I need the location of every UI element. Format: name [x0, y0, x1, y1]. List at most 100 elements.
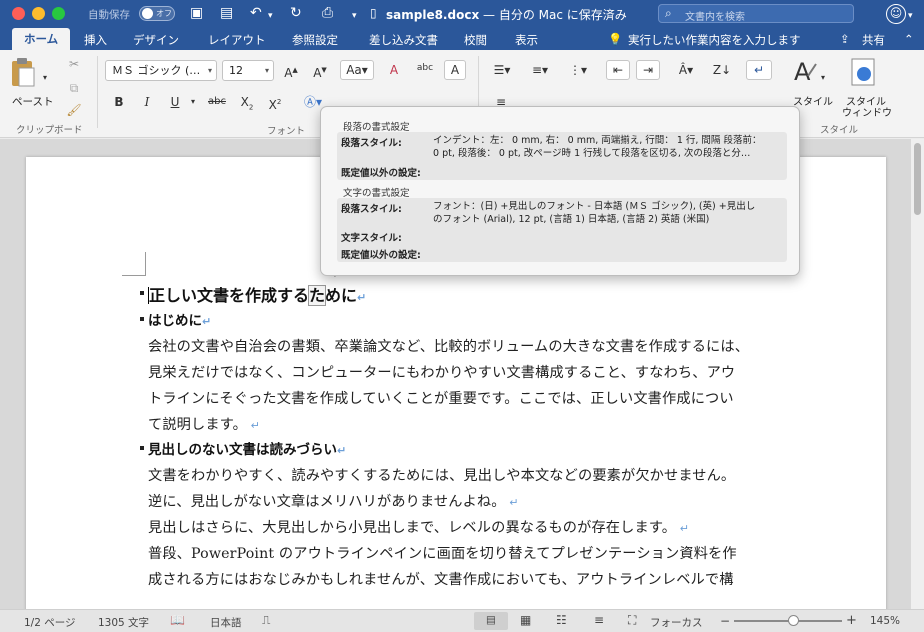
document-title[interactable]: 正しい文書を作成するために↵ — [148, 282, 366, 306]
sort-icon[interactable]: Z↓ — [708, 60, 736, 80]
minimize-window-button[interactable] — [32, 7, 45, 20]
zoom-slider-knob[interactable] — [788, 615, 799, 626]
feedback-smiley-icon[interactable]: ☺ — [886, 4, 906, 24]
language-status[interactable]: 日本語 — [210, 615, 242, 630]
font-name-select[interactable]: ＭＳ ゴシック (… ▾ — [105, 60, 217, 81]
undo-icon[interactable]: ↶ — [250, 5, 262, 21]
char-para-style-label: 段落スタイル: — [341, 204, 402, 215]
sort-options-icon[interactable]: Â▾ — [670, 60, 702, 80]
styles-label[interactable]: スタイル — [793, 93, 833, 108]
styles-icon[interactable]: A — [792, 56, 818, 86]
page-count[interactable]: 1/2 ページ — [24, 615, 76, 630]
numbering-icon[interactable]: ≡▾ — [526, 60, 554, 80]
body-line[interactable]: て説明します。 ↵ — [148, 414, 260, 434]
underline-icon[interactable]: U — [164, 92, 186, 112]
heading-text: 見出しのない文書は読みづらい — [148, 442, 337, 458]
close-window-button[interactable] — [12, 7, 25, 20]
web-layout-icon[interactable]: ▦ — [520, 613, 531, 627]
search-document-input[interactable]: ⌕ 文書内を検索 — [658, 4, 854, 23]
heading-intro[interactable]: はじめに↵ — [148, 309, 211, 329]
focus-icon[interactable]: ⛶ — [628, 613, 636, 628]
styles-dropdown-icon[interactable]: ▾ — [820, 68, 826, 88]
subscript-icon[interactable]: X2 — [236, 92, 258, 112]
customize-qat-icon[interactable]: ▾ — [352, 8, 357, 24]
italic-icon[interactable]: I — [136, 92, 158, 112]
outline-view-icon[interactable]: ☷ — [556, 613, 567, 627]
para-format-title: 段落の書式設定 — [343, 122, 410, 133]
heading-no-headings[interactable]: 見出しのない文書は読みづらい↵ — [148, 438, 346, 458]
zoom-level[interactable]: 145% — [870, 615, 900, 627]
superscript-icon[interactable]: X2 — [264, 92, 286, 112]
phonetic-guide-icon[interactable]: abc — [413, 58, 437, 78]
zoom-out-button[interactable]: − — [720, 614, 730, 628]
grow-font-icon[interactable]: A▲ — [279, 60, 303, 80]
sidebar-icon[interactable]: ▣ — [190, 5, 203, 21]
tab-view[interactable]: 表示 — [515, 32, 538, 48]
bullets-icon[interactable]: ☰▾ — [488, 60, 516, 80]
paste-dropdown-icon[interactable]: ▾ — [42, 68, 48, 88]
decrease-indent-icon[interactable]: ⇤ — [606, 60, 630, 80]
cut-icon[interactable]: ✂ — [64, 54, 84, 74]
autosave-toggle[interactable]: オフ — [139, 6, 175, 21]
autosave-label: 自動保存 — [88, 9, 130, 21]
body-line[interactable]: 成される方にはおなじみかもしれませんが、文書作成においても、アウトラインレベルで… — [148, 569, 734, 589]
undo-dropdown-icon[interactable]: ▾ — [268, 8, 273, 24]
tab-insert[interactable]: 挿入 — [84, 32, 107, 48]
copy-icon[interactable]: ⧉ — [64, 78, 84, 98]
window-title: sample8.docx — 自分の Mac に保存済み — [386, 6, 627, 23]
tab-references[interactable]: 参照設定 — [292, 32, 338, 48]
title-text: 正しい文書を作成する — [149, 286, 310, 305]
body-line[interactable]: 会社の文書や自治会の書類、卒業論文など、比較的ボリュームの大きな文書を作成するに… — [148, 336, 749, 356]
change-case-icon[interactable]: Aa▾ — [340, 60, 374, 80]
zoom-window-button[interactable] — [52, 7, 65, 20]
tab-review[interactable]: 校閲 — [464, 32, 487, 48]
tell-me-input[interactable]: 実行したい作業内容を入力します — [628, 32, 801, 48]
show-marks-icon[interactable]: ↵ — [746, 60, 772, 80]
body-line[interactable]: 逆に、見出しがない文章はメリハリがありませんよね。 ↵ — [148, 491, 519, 511]
draft-view-icon[interactable]: ≡ — [594, 613, 604, 627]
body-line[interactable]: 文書をわかりやすく、読みやすくするためには、見出しや本文などの要素が欠かせません… — [148, 465, 735, 485]
body-line[interactable]: 普段、PowerPoint のアウトラインペインに画面を切り替えてプレゼンテーシ… — [148, 543, 737, 563]
style-pane-label-2[interactable]: ウィンドウ — [842, 104, 892, 119]
paste-icon[interactable] — [10, 56, 36, 88]
zoom-in-button[interactable]: + — [846, 613, 857, 628]
redo-icon[interactable]: ↻ — [290, 5, 302, 21]
ribbon-collapse-icon[interactable]: ⌃ — [904, 32, 914, 46]
paste-label[interactable]: ペースト — [12, 94, 53, 109]
feedback-dropdown-icon[interactable]: ▾ — [908, 8, 913, 24]
body-line[interactable]: 見出しはさらに、大見出しから小見出しまで、レベルの異なるものが存在します。 ↵ — [148, 517, 689, 537]
track-changes-icon[interactable]: ⎍ — [262, 613, 270, 628]
font-size-select[interactable]: 12 ▾ — [222, 60, 274, 81]
save-icon[interactable]: ▤ — [220, 5, 233, 21]
paragraph-mark-icon: ↵ — [357, 291, 367, 304]
shrink-font-icon[interactable]: A▼ — [308, 60, 332, 80]
format-painter-icon[interactable]: 🖌 — [64, 100, 84, 120]
tab-design[interactable]: デザイン — [133, 32, 179, 48]
body-text: て説明します。 — [148, 417, 247, 433]
share-button[interactable]: 共有 — [862, 32, 885, 48]
scrollbar-thumb[interactable] — [914, 143, 921, 215]
character-border-icon[interactable]: A — [444, 60, 466, 80]
word-count[interactable]: 1305 文字 — [98, 615, 149, 630]
strikethrough-icon[interactable]: abc — [203, 92, 231, 112]
tab-mailings[interactable]: 差し込み文書 — [369, 32, 438, 48]
zoom-slider[interactable] — [734, 615, 842, 626]
body-line[interactable]: トラインにそぐった文書を作成していくことが重要です。ここでは、正しい文書作成につ… — [148, 388, 734, 408]
paragraph-mark-icon: ↵ — [505, 496, 519, 509]
heading-bullet — [140, 317, 144, 321]
style-pane-icon[interactable] — [851, 58, 875, 86]
vertical-scrollbar[interactable] — [911, 139, 924, 609]
focus-label[interactable]: フォーカス — [650, 615, 703, 630]
tab-layout[interactable]: レイアウト — [208, 32, 266, 48]
bold-icon[interactable]: B — [108, 92, 130, 112]
print-layout-icon[interactable]: ▤ — [474, 612, 508, 630]
print-icon[interactable]: ⎙ — [322, 5, 333, 21]
char-para-style-value-1: フォント：(日) +見出しのフォント - 日本語 (ＭＳ ゴシック), (英) … — [433, 201, 756, 212]
clear-formatting-icon[interactable]: A — [382, 60, 406, 80]
increase-indent-icon[interactable]: ⇥ — [636, 60, 660, 80]
multilevel-list-icon[interactable]: ⋮▾ — [564, 60, 592, 80]
underline-dropdown-icon[interactable]: ▾ — [188, 92, 198, 112]
proofing-icon[interactable]: 📖 — [170, 613, 185, 627]
tab-home[interactable]: ホーム — [12, 28, 71, 50]
body-line[interactable]: 見栄えだけではなく、コンピューターにもわかりやすい文書構成すること、すなわち、ア… — [148, 362, 735, 382]
